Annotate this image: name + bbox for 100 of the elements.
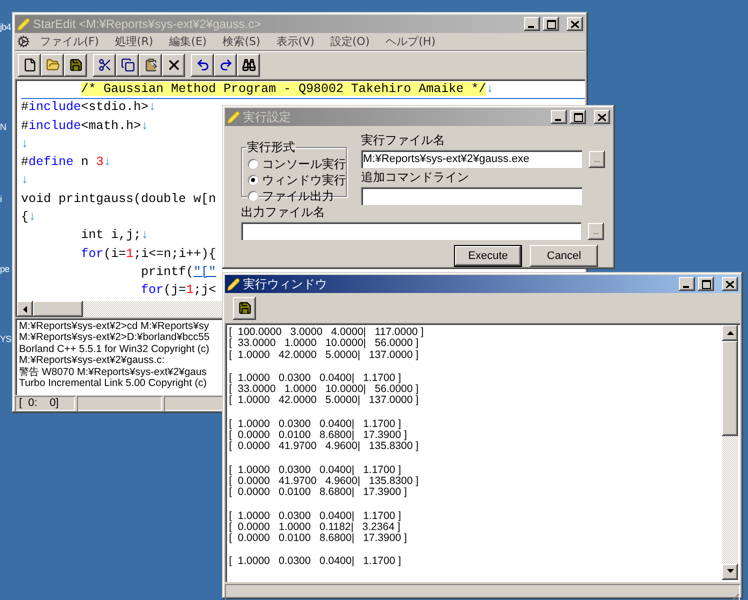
- code-line: ↓: [21, 172, 29, 190]
- maximize-icon: [546, 20, 556, 28]
- field-label: 実行ファイル名: [361, 133, 446, 148]
- redo-icon: [218, 58, 232, 72]
- matrix-row: [ 0.0000 0.0100 8.6800| 17.3900 ]: [229, 487, 407, 499]
- field-label: 追加コマンドライン: [361, 170, 470, 185]
- code-line: int i,j;↓: [80, 227, 149, 244]
- save-button[interactable]: [233, 296, 256, 320]
- find-button[interactable]: [237, 54, 260, 76]
- code-line: {↓: [21, 209, 36, 226]
- minimize-button[interactable]: [551, 110, 567, 124]
- cancel-button[interactable]: Cancel: [530, 245, 598, 267]
- close-button[interactable]: [567, 17, 583, 31]
- undo-icon: [196, 58, 210, 72]
- pencil-icon: [227, 278, 240, 290]
- desktop-icon-label[interactable]: jb4: [0, 22, 11, 32]
- matrix-row: [ 1.0000 42.0000 5.0000| 137.0000 ]: [229, 395, 419, 407]
- matrix-row: [ 1.0000 0.0300 0.0400| 1.1700 ]: [229, 372, 402, 384]
- radio-option[interactable]: コンソール実行: [248, 156, 346, 172]
- code-line: ↓: [21, 136, 29, 153]
- code-line: for(j=1;j<: [140, 282, 216, 300]
- radio-button[interactable]: [248, 191, 258, 201]
- close-icon: [726, 280, 734, 288]
- scissors-icon: [98, 58, 112, 72]
- clipboard-icon: [144, 58, 158, 72]
- scroll-down-button[interactable]: [722, 564, 738, 580]
- scroll-up-button[interactable]: [722, 325, 738, 341]
- cursor-position: [ 0: 0]: [15, 396, 75, 411]
- radio-label: ファイル出力: [262, 188, 334, 204]
- maximize-button[interactable]: [543, 17, 559, 31]
- desktop-icon-label[interactable]: YS: [0, 334, 12, 344]
- desktop-icon-label[interactable]: i: [0, 194, 2, 204]
- maximize-button[interactable]: [698, 277, 714, 291]
- delete-button[interactable]: [162, 54, 185, 76]
- gear-icon[interactable]: [17, 35, 30, 48]
- save-button[interactable]: [64, 54, 87, 76]
- down-arrow-icon: [726, 568, 734, 576]
- pencil-icon: [17, 18, 30, 30]
- menu-item[interactable]: ファイル(F): [34, 34, 105, 49]
- left-arrow-icon: [22, 306, 28, 312]
- new-file-button[interactable]: [18, 54, 41, 76]
- matrix-row: [ 1.0000 0.0300 0.0400| 1.1700 ]: [229, 418, 402, 430]
- window-title: StarEdit <M:¥Reports¥sys-ext¥2¥gauss.c>: [33, 17, 262, 31]
- menu-item[interactable]: ヘルプ(H): [380, 34, 442, 49]
- pencil-icon: [227, 110, 240, 124]
- scroll-thumb[interactable]: [722, 341, 738, 436]
- matrix-row: [ 1.0000 0.0300 0.0400| 1.1700 ]: [229, 510, 402, 522]
- radio-option[interactable]: ファイル出力: [248, 188, 346, 204]
- desktop-icon-label[interactable]: N: [0, 122, 6, 132]
- copy-icon: [120, 58, 134, 72]
- menu-item[interactable]: 検索(S): [216, 34, 266, 49]
- matrix-row: [ 0.0000 41.9700 4.9600| 135.8300 ]: [229, 441, 419, 453]
- minimize-button[interactable]: [679, 277, 695, 291]
- radio-button[interactable]: [248, 175, 258, 185]
- paste-button[interactable]: [139, 54, 162, 76]
- page-icon: [22, 58, 36, 72]
- vertical-scrollbar[interactable]: [722, 325, 738, 580]
- close-button[interactable]: [722, 277, 738, 291]
- log-line: M:¥Reports¥sys-ext¥2>cd M:¥Reports¥sy: [19, 321, 209, 332]
- undo-button[interactable]: [191, 54, 214, 76]
- log-line: M:¥Reports¥sys-ext¥2>D:¥borland¥bcc55: [19, 332, 210, 344]
- code-line: for(i=1;i<=n;i++){: [80, 246, 216, 263]
- radio-option[interactable]: ウィンドウ実行: [248, 172, 346, 188]
- code-line: #define n 3↓: [21, 154, 112, 172]
- redo-button[interactable]: [214, 54, 237, 76]
- group-label: 実行形式: [246, 139, 296, 156]
- menu-item[interactable]: 処理(R): [108, 34, 160, 49]
- matrix-row: [ 33.0000 1.0000 10.0000| 56.0000 ]: [229, 338, 419, 350]
- cut-button[interactable]: [93, 54, 116, 76]
- desktop-icon-label[interactable]: pe: [0, 264, 10, 274]
- input-field[interactable]: M:¥Reports¥sys-ext¥2¥gauss.exe: [361, 150, 582, 168]
- menu-item[interactable]: 設定(O): [324, 34, 376, 49]
- menu-item[interactable]: 表示(V): [270, 34, 320, 49]
- close-icon: [598, 114, 606, 120]
- input-field[interactable]: [241, 222, 582, 240]
- matrix-row: [ 0.0000 0.0100 8.6800| 17.3900 ]: [229, 533, 407, 544]
- open-folder-button[interactable]: [41, 54, 64, 76]
- matrix-row: [ 1.0000 42.0000 5.0000| 137.0000 ]: [229, 350, 419, 361]
- code-line: /* Gaussian Method Program - Q98002 Takehiro Amaike */↓: [21, 81, 585, 100]
- copy-button[interactable]: [116, 54, 139, 76]
- matrix-row: [ 1.0000 0.0300 0.0400| 1.1700 ]: [229, 464, 402, 476]
- maximize-icon: [574, 112, 582, 122]
- matrix-row: [ 1.0000 0.0300 0.0400| 1.1700 ]: [229, 556, 402, 568]
- execute-button[interactable]: Execute: [454, 245, 522, 267]
- code-line: printf("[": [140, 264, 216, 281]
- input-field[interactable]: [361, 187, 582, 205]
- radio-button[interactable]: [248, 159, 258, 169]
- maximize-button[interactable]: [570, 110, 586, 124]
- minimize-button[interactable]: [524, 17, 540, 31]
- matrix-row: [ 33.0000 1.0000 10.0000| 56.0000 ]: [229, 384, 419, 396]
- close-button[interactable]: [594, 110, 610, 124]
- window-title: 実行設定: [243, 108, 292, 126]
- code-line: #include<stdio.h>↓: [21, 99, 156, 116]
- code-line: void printgauss(double w[n: [21, 190, 216, 208]
- log-line: 警告 W8070 M:¥Reports¥sys-ext¥2¥gaus: [19, 366, 207, 378]
- window-title: 実行ウィンドウ: [243, 276, 328, 292]
- menu-item[interactable]: 編集(E): [163, 34, 213, 49]
- matrix-row: [ 100.0000 3.0000 4.0000| 117.0000 ]: [229, 327, 424, 338]
- scroll-left-button[interactable]: [17, 301, 33, 317]
- scroll-thumb[interactable]: [33, 301, 83, 317]
